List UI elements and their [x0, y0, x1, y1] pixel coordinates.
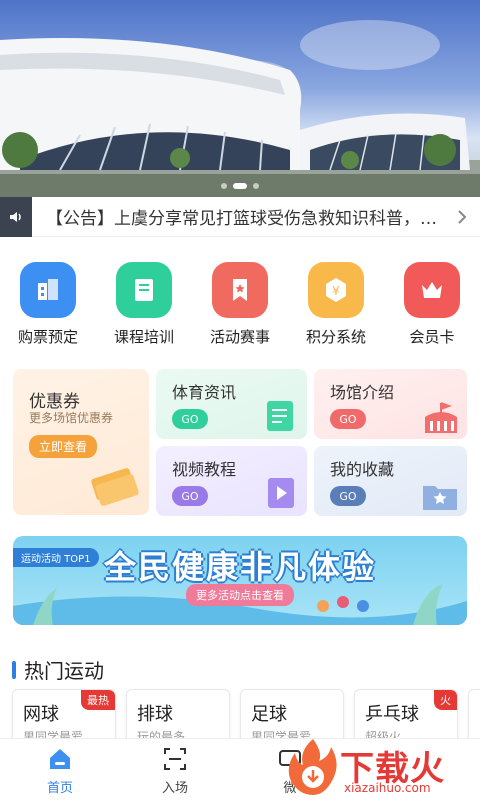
tab-label: 首页: [46, 781, 73, 796]
video-tutorial-go-button[interactable]: GO: [172, 486, 208, 506]
video-icon: [268, 478, 294, 508]
hot-sports-title: 热门运动: [24, 659, 104, 683]
sport-name: 排球: [137, 704, 173, 725]
points-icon: ¥: [308, 262, 364, 318]
my-favorites-go-button[interactable]: GO: [330, 486, 366, 506]
quick-nav-label: 积分系统: [305, 328, 366, 346]
promo-banner[interactable]: 运动活动 TOP1 全民健康非凡体验 更多活动点击查看: [13, 536, 467, 625]
venue-intro-title: 场馆介绍: [330, 383, 395, 402]
announcement-text[interactable]: 【公告】上虞分享常见打篮球受伤急救知识科普，你知道...: [32, 204, 444, 229]
sports-news-title: 体育资讯: [172, 383, 237, 402]
video-tutorial-title: 视频教程: [172, 460, 237, 479]
stadium-illustration: [0, 38, 480, 197]
quick-nav-label: 活动赛事: [209, 328, 270, 346]
sport-name: 乒乓球: [365, 704, 419, 725]
quick-nav-label: 购票预定: [17, 328, 78, 346]
building-icon: [20, 262, 76, 318]
svg-text:¥: ¥: [332, 284, 340, 298]
coupon-subtitle: 更多场馆优惠券: [29, 411, 114, 425]
sport-name: 网球: [23, 704, 59, 725]
home-icon: [46, 745, 74, 773]
watermark: 下载火 xiazaihuo.com: [282, 735, 480, 800]
carousel-indicator[interactable]: [221, 183, 259, 189]
scan-icon: [161, 745, 189, 773]
hot-badge: 最热: [81, 690, 115, 710]
quick-nav-ticket-booking[interactable]: 购票预定: [0, 262, 96, 347]
venue-intro-go-button[interactable]: GO: [330, 409, 366, 429]
watermark-url: xiazaihuo.com: [344, 781, 431, 795]
quick-nav-course-training[interactable]: 课程培训: [96, 262, 192, 347]
my-favorites-title: 我的收藏: [330, 460, 395, 479]
folder-star-icon: [423, 486, 457, 510]
sports-news-card[interactable]: 体育资讯 GO: [156, 369, 307, 439]
quick-nav: 购票预定 课程培训 活动赛事 ¥ 积分系统 会员卡: [0, 262, 480, 354]
promo-headline: 全民健康非凡体验: [103, 548, 376, 586]
hot-badge: 火: [434, 690, 457, 710]
sport-name: 足球: [251, 704, 287, 725]
tab-home[interactable]: 首页: [0, 739, 120, 800]
document-icon: [267, 401, 293, 431]
venue-intro-card[interactable]: 场馆介绍 GO: [314, 369, 467, 439]
quick-nav-membership-card[interactable]: 会员卡: [384, 262, 480, 347]
ticket-icon: [91, 468, 139, 506]
stadium-icon: [425, 402, 457, 433]
announcement-bar[interactable]: 【公告】上虞分享常见打篮球受伤急救知识科普，你知道...: [0, 196, 480, 237]
speaker-icon: [0, 196, 32, 237]
quick-nav-label: 课程培训: [113, 328, 174, 346]
view-coupons-button[interactable]: 立即查看: [29, 435, 98, 458]
quick-nav-points[interactable]: ¥ 积分系统: [288, 262, 384, 347]
my-favorites-card[interactable]: 我的收藏 GO: [314, 446, 467, 516]
tab-entry[interactable]: 入场: [115, 739, 235, 800]
book-icon: [116, 262, 172, 318]
flame-logo-icon: [288, 739, 337, 795]
sports-news-go-button[interactable]: GO: [172, 409, 208, 429]
chevron-right-icon[interactable]: [444, 209, 480, 225]
promo-more-button[interactable]: 更多活动点击查看: [186, 584, 294, 606]
hot-sports-header: 热门运动: [12, 655, 104, 684]
section-accent-bar: [12, 660, 16, 679]
hero-banner[interactable]: [0, 0, 480, 197]
crown-icon: [404, 262, 460, 318]
video-tutorial-card[interactable]: 视频教程 GO: [156, 446, 307, 516]
quick-nav-events[interactable]: 活动赛事: [192, 262, 288, 347]
ribbon-icon: [212, 262, 268, 318]
quick-nav-label: 会员卡: [409, 328, 455, 346]
coupon-card[interactable]: 优惠券 更多场馆优惠券 立即查看: [13, 369, 149, 515]
tab-label: 入场: [161, 781, 188, 796]
